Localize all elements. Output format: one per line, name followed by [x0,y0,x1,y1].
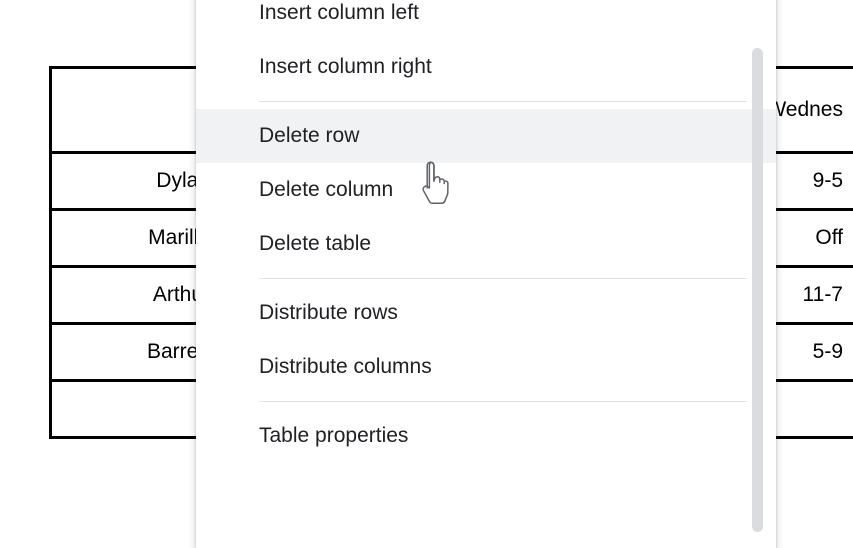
menu-item-delete-row[interactable]: Delete row [196,109,776,163]
menu-separator-2 [259,278,747,279]
menu-item-delete-table[interactable]: Delete table [196,217,776,271]
menu-item-label: Distribute rows [259,301,398,324]
menu-item-insert-column-right[interactable]: Insert column right [196,40,776,94]
menu-item-table-properties[interactable]: Table properties [196,409,776,463]
menu-item-label: Insert column left [259,1,419,24]
menu-item-label: Delete row [259,124,359,147]
menu-separator-3 [259,401,747,402]
menu-item-label: Delete table [259,232,371,255]
menu-item-label: Delete column [259,178,393,201]
menu-item-label: Table properties [259,424,408,447]
menu-scrollbar-thumb[interactable] [752,48,763,532]
menu-item-delete-column[interactable]: Delete column [196,163,776,217]
menu-scrollbar[interactable] [752,0,764,548]
menu-item-distribute-rows[interactable]: Distribute rows [196,286,776,340]
menu-separator-1 [259,101,747,102]
menu-item-label: Insert column right [259,55,432,78]
table-context-menu[interactable]: Insert column left Insert column right D… [196,0,776,548]
context-menu-scroll-area[interactable]: Insert column left Insert column right D… [196,0,776,548]
menu-item-label: Distribute columns [259,355,432,378]
menu-item-distribute-columns[interactable]: Distribute columns [196,340,776,394]
menu-item-insert-column-left[interactable]: Insert column left [196,0,776,40]
